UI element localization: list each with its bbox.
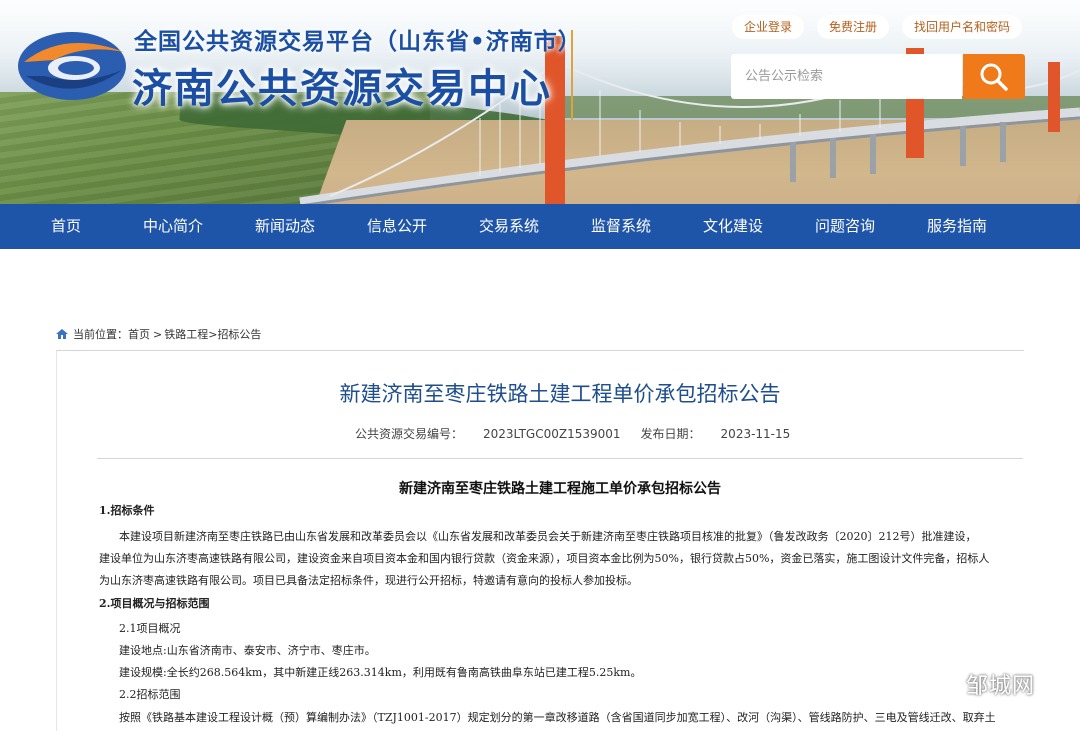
nav-item-trading[interactable]: 交易系统: [479, 204, 539, 249]
nav-item-news[interactable]: 新闻动态: [255, 204, 315, 249]
title-divider: [97, 458, 1023, 459]
breadcrumb-current-page[interactable]: 招标公告: [217, 326, 261, 342]
subsection-heading: 2.2招标范围: [119, 688, 181, 701]
header-banner: 全国公共资源交易平台（山东省•济南市） 济南公共资源交易中心 企业登录 免费注册…: [0, 0, 1080, 204]
publish-date: 2023-11-15: [720, 427, 791, 441]
breadcrumb-separator: >: [153, 327, 163, 341]
trade-code-label: 公共资源交易编号：: [355, 427, 464, 441]
nav-item-consult[interactable]: 问题咨询: [815, 204, 875, 249]
nav-item-disclosure[interactable]: 信息公开: [367, 204, 427, 249]
wechat-icon: [920, 670, 960, 697]
search-input[interactable]: [731, 54, 962, 99]
search-icon: [980, 63, 1008, 91]
trade-code: 2023LTGC00Z1539001: [483, 427, 621, 441]
logo-icon: [18, 32, 126, 100]
register-link[interactable]: 免费注册: [817, 15, 890, 39]
notice-subtitle: 新建济南至枣庄铁路土建工程施工单价承包招标公告: [399, 481, 721, 497]
paragraph-line: 为山东济枣高速铁路有限公司。项目已具备法定招标条件，现进行公开招标，特邀请有意向…: [99, 574, 638, 587]
nav-item-guide[interactable]: 服务指南: [927, 204, 987, 249]
article-title: 新建济南至枣庄铁路土建工程单价承包招标公告: [339, 382, 781, 406]
nav-item-home[interactable]: 首页: [51, 204, 81, 249]
article-meta: 公共资源交易编号： 2023LTGC00Z1539001 发布日期： 2023-11-…: [355, 425, 790, 442]
paragraph-line: 按照《铁路基本建设工程设计概（预）算编制办法》（TZJ1001-2017）规定划…: [119, 711, 996, 724]
breadcrumb-category-link[interactable]: 铁路工程: [164, 326, 208, 342]
location-home-icon: [56, 329, 68, 339]
paragraph-line: 建设地点:山东省济南市、泰安市、济宁市、枣庄市。: [119, 644, 376, 657]
breadcrumb-home-link[interactable]: 首页: [128, 326, 150, 342]
breadcrumb: 当前位置： 首页 > 铁路工程 > 招标公告: [56, 326, 261, 342]
center-title: 济南公共资源交易中心: [132, 66, 552, 112]
breadcrumb-separator: >: [208, 327, 218, 341]
publish-date-label: 发布日期：: [640, 427, 701, 441]
section-heading: 2.项目概况与招标范围: [99, 597, 210, 610]
nav-item-culture[interactable]: 文化建设: [703, 204, 763, 249]
paragraph-line: 建设规模:全长约268.564km，其中新建正线263.314km，利用既有鲁南…: [119, 666, 642, 679]
search-button[interactable]: [963, 54, 1025, 99]
breadcrumb-prefix: 当前位置：: [73, 328, 128, 341]
main-nav: 首页 中心简介 新闻动态 信息公开 交易系统 监督系统 文化建设 问题咨询 服务…: [0, 204, 1080, 249]
section-heading: 1.招标条件: [99, 504, 155, 517]
nav-item-supervision[interactable]: 监督系统: [591, 204, 651, 249]
subsection-heading: 2.1项目概况: [119, 622, 181, 635]
paragraph-line: 本建设项目新建济南至枣庄铁路已由山东省发展和改革委员会以《山东省发展和改革委员会…: [119, 530, 977, 543]
watermark-text: 邹城网: [966, 674, 1036, 699]
platform-title: 全国公共资源交易平台（山东省•济南市）: [134, 29, 582, 55]
login-link[interactable]: 企业登录: [732, 15, 805, 39]
paragraph-line: 建设单位为山东济枣高速铁路有限公司，建设资金来自项目资本金和国内银行贷款（资金来…: [99, 552, 990, 565]
recover-account-link[interactable]: 找回用户名和密码: [902, 15, 1023, 39]
nav-item-about[interactable]: 中心简介: [143, 204, 203, 249]
watermark: 邹城网: [920, 668, 1035, 700]
